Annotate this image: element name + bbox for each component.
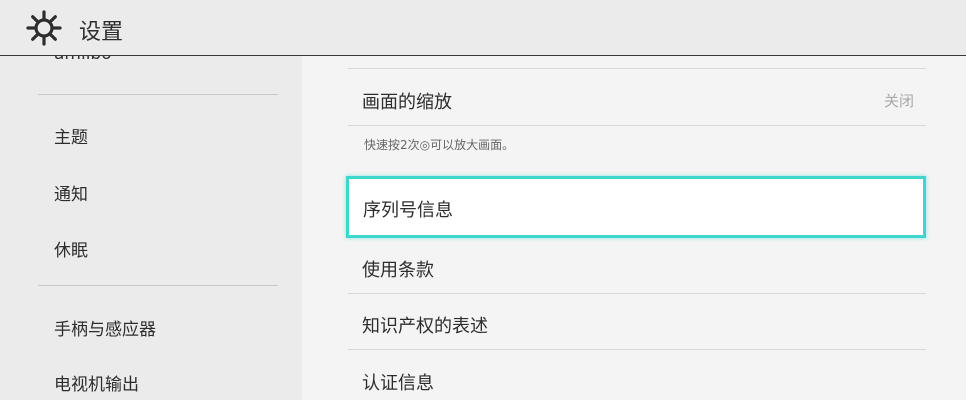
sidebar-divider xyxy=(38,285,278,286)
ip-notice-label: 知识产权的表述 xyxy=(362,316,488,337)
certification-label: 认证信息 xyxy=(362,373,434,394)
zoom-hint: 快速按2次◎可以放大画面。 xyxy=(364,138,515,152)
header-bar: 设置 xyxy=(0,0,966,55)
row-divider xyxy=(348,68,926,69)
settings-panel: 画面的缩放 关闭 快速按2次◎可以放大画面。 序列号信息 使用条款 知识产权的表… xyxy=(302,56,966,400)
page-title: 设置 xyxy=(79,20,124,45)
sidebar-item-controllers[interactable]: 手柄与感应器 xyxy=(54,315,156,340)
sidebar-item-tv-output[interactable]: 电视机输出 xyxy=(54,370,139,395)
row-divider xyxy=(348,125,926,126)
serial-info-label: 序列号信息 xyxy=(363,200,453,221)
sidebar-item-notifications[interactable]: 通知 xyxy=(54,180,88,205)
row-divider xyxy=(348,349,926,350)
zoom-label: 画面的缩放 xyxy=(362,92,452,113)
sidebar: amiibo 主题 通知 休眠 手柄与感应器 电视机输出 xyxy=(0,56,302,400)
sidebar-item-theme[interactable]: 主题 xyxy=(54,123,88,148)
header-divider xyxy=(0,55,966,56)
serial-info-row[interactable]: 序列号信息 xyxy=(346,176,926,238)
row-divider xyxy=(348,293,926,294)
sidebar-item-amiibo[interactable]: amiibo xyxy=(54,56,112,64)
gear-icon xyxy=(26,10,62,46)
sidebar-item-sleep[interactable]: 休眠 xyxy=(54,236,88,261)
zoom-value: 关闭 xyxy=(883,92,914,110)
terms-label: 使用条款 xyxy=(362,260,434,281)
sidebar-divider xyxy=(38,94,278,95)
